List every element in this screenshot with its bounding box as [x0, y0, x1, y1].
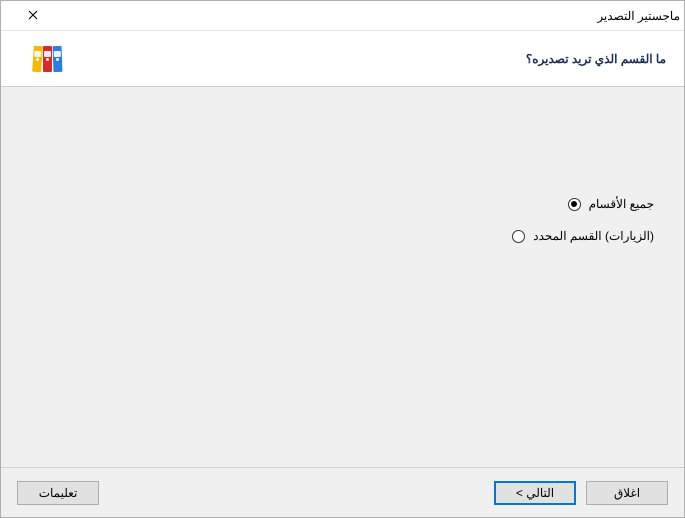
section-radio-group: جميع الأقسام (الزيارات) القسم المحدد: [31, 197, 654, 243]
wizard-header: ما القسم الذي تريد تصديره؟: [1, 31, 684, 87]
radio-indicator: [512, 230, 525, 243]
radio-all-sections[interactable]: جميع الأقسام: [31, 197, 654, 211]
footer-right-group: التالي > اغلاق: [494, 481, 668, 505]
radio-label-selected: (الزيارات) القسم المحدد: [533, 229, 654, 243]
wizard-footer: تعليمات التالي > اغلاق: [1, 467, 684, 517]
radio-selected-section[interactable]: (الزيارات) القسم المحدد: [31, 229, 654, 243]
next-button[interactable]: التالي >: [494, 481, 576, 505]
close-button[interactable]: اغلاق: [586, 481, 668, 505]
help-button[interactable]: تعليمات: [17, 481, 99, 505]
wizard-content: جميع الأقسام (الزيارات) القسم المحدد: [1, 87, 684, 467]
export-wizard-window: ماجستير التصدير ما القسم الذي تريد تصدير…: [0, 0, 685, 518]
radio-indicator: [568, 198, 581, 211]
folders-icon: [27, 41, 67, 77]
window-title: ماجستير التصدير: [597, 9, 680, 23]
titlebar: ماجستير التصدير: [1, 1, 684, 31]
footer-left-group: تعليمات: [17, 481, 99, 505]
radio-label-all: جميع الأقسام: [589, 197, 654, 211]
wizard-question: ما القسم الذي تريد تصديره؟: [526, 52, 666, 66]
window-close-button[interactable]: [13, 2, 53, 30]
close-icon: [28, 8, 38, 23]
